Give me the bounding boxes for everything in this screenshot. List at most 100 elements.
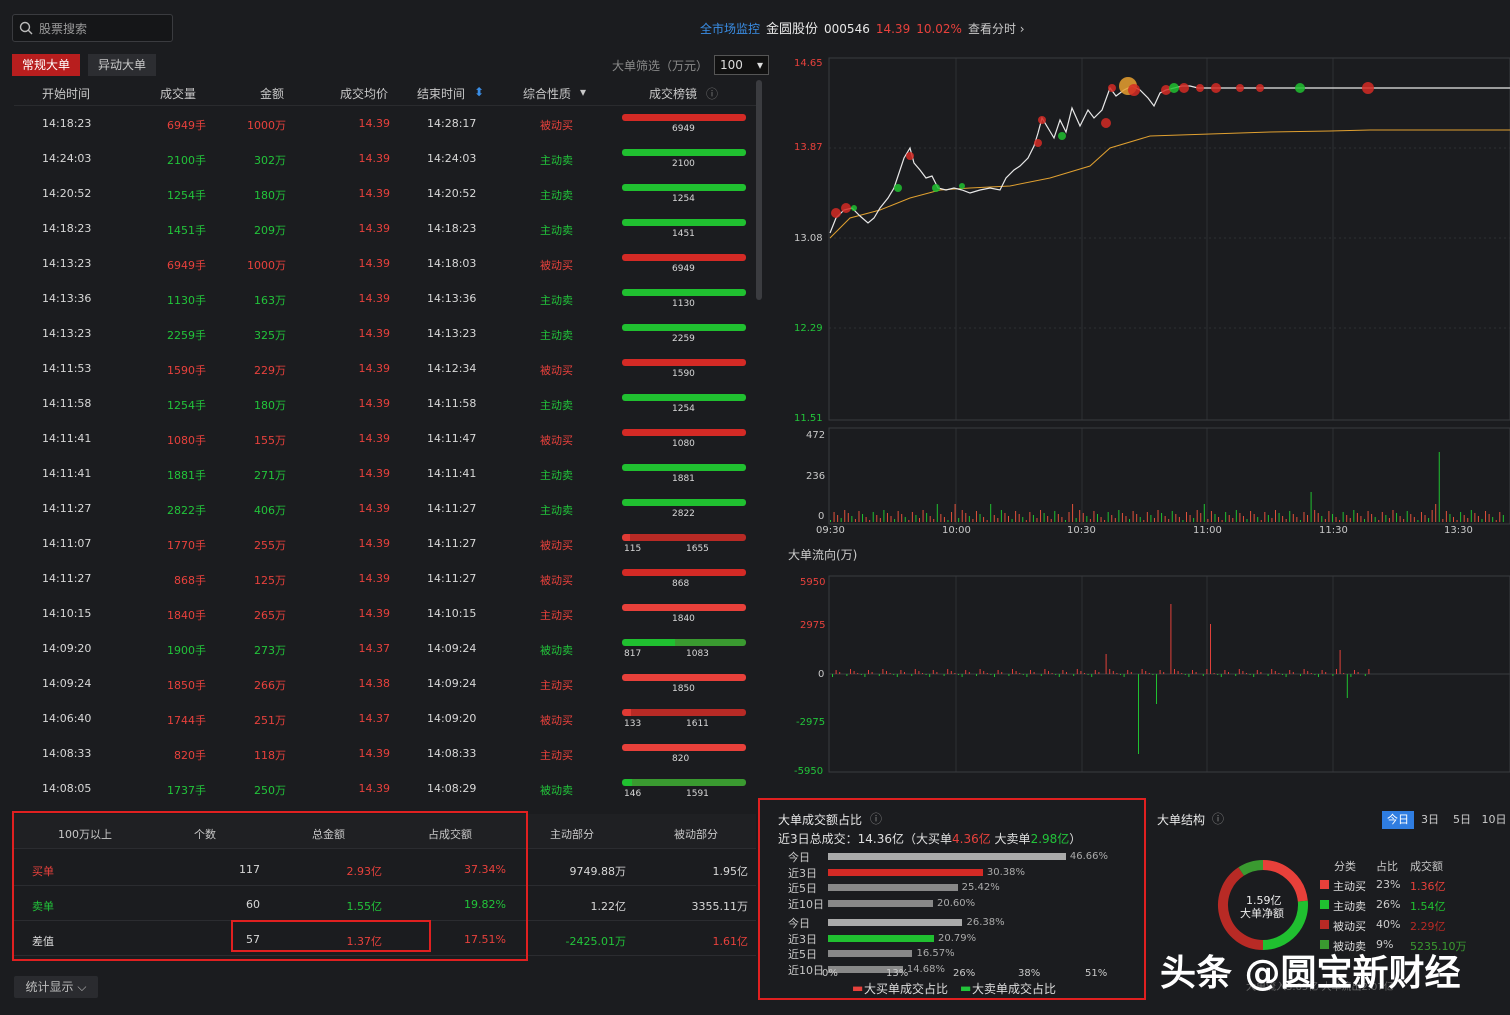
stock-price: 14.39	[875, 22, 911, 36]
flow-bar	[1303, 669, 1305, 674]
table-row[interactable]: 14:09:24 1850手 266万 14.38 14:09:24 主动买 1850	[14, 666, 756, 701]
amount-cell: 273万	[254, 644, 286, 657]
volume-bar	[983, 517, 985, 522]
volume-cell: 820手	[174, 749, 206, 762]
search-input[interactable]: 股票搜索	[12, 14, 173, 42]
table-row[interactable]: 14:13:36 1130手 163万 14.39 14:13:36 主动卖 1130	[14, 281, 756, 316]
flow-bar	[1019, 673, 1021, 674]
sort-icon[interactable]: ⬍	[474, 85, 484, 99]
trade-bar-segment	[630, 534, 746, 541]
volume-bar	[1467, 518, 1469, 522]
col-end-time[interactable]: 结束时间	[417, 85, 465, 102]
flow-bar	[1368, 669, 1370, 674]
col-start-time[interactable]: 开始时间	[42, 85, 90, 102]
volume-bar	[1267, 515, 1269, 522]
help-icon[interactable]: ⓘ	[706, 85, 718, 102]
end-time-cell: 14:09:24	[427, 642, 477, 655]
volume-bar	[1207, 519, 1209, 522]
table-row[interactable]: 14:06:40 1744手 251万 14.37 14:09:20 被动买 133 1611	[14, 701, 756, 736]
big-order-dot	[894, 184, 902, 192]
avg-price-cell: 14.39	[358, 537, 391, 550]
table-row[interactable]: 14:20:52 1254手 180万 14.39 14:20:52 主动卖 1254	[14, 176, 756, 211]
flow-bar	[1332, 674, 1334, 676]
col-volume[interactable]: 成交量	[160, 85, 196, 102]
end-time-cell: 14:11:27	[427, 537, 477, 550]
trade-bar-label: 1590	[672, 369, 695, 379]
end-time-cell: 14:11:58	[427, 397, 477, 410]
amount-cell: 180万	[254, 399, 286, 412]
volume-bar	[1292, 514, 1294, 522]
volume-bar	[1282, 516, 1284, 522]
flow-bar	[943, 674, 945, 676]
table-row[interactable]: 14:13:23 6949手 1000万 14.39 14:18:03 被动买 6949	[14, 246, 756, 281]
time-tick: 10:00	[942, 525, 971, 536]
structure-col: 分类	[1334, 860, 1356, 873]
vol-tick: 236	[806, 471, 826, 482]
table-row[interactable]: 14:18:23 6949手 1000万 14.39 14:28:17 被动买 6949	[14, 106, 756, 141]
structure-col: 成交额	[1410, 860, 1443, 873]
view-timeshare-link[interactable]: 查看分时 ›	[968, 22, 1025, 36]
volume-bar	[1143, 520, 1145, 522]
volume-bar	[933, 519, 935, 522]
big-order-dot	[1236, 84, 1244, 92]
col-nature[interactable]: 综合性质	[523, 85, 571, 102]
volume-bar	[1349, 518, 1351, 522]
volume-bar	[1406, 511, 1408, 522]
flow-bar	[893, 674, 895, 675]
flow-bar	[839, 672, 841, 674]
volume-cell: 1254手	[167, 399, 206, 412]
volume-bar	[990, 504, 992, 522]
help-icon[interactable]: ⓘ	[1212, 810, 1224, 827]
table-row[interactable]: 14:11:27 2822手 406万 14.39 14:11:27 主动卖 2822	[14, 491, 756, 526]
volume-bar	[1150, 515, 1152, 522]
col-avg-price[interactable]: 成交均价	[340, 85, 388, 102]
volume-bar	[961, 510, 963, 522]
table-row[interactable]: 14:18:23 1451手 209万 14.39 14:18:23 主动卖 1451	[14, 211, 756, 246]
structure-amt: 2.29亿	[1410, 920, 1446, 933]
volume-bar	[1129, 519, 1131, 522]
period-today[interactable]: 今日	[1382, 811, 1414, 829]
table-row[interactable]: 14:08:05 1737手 250万 14.39 14:08:29 被动卖 146 1591	[14, 771, 756, 806]
trade-bar-label: 1591	[686, 789, 709, 799]
flow-bar	[950, 671, 952, 674]
flow-bar	[1174, 669, 1175, 674]
period-5d[interactable]: 5日	[1446, 811, 1478, 829]
filter-dropdown-icon[interactable]: ▾	[580, 85, 586, 99]
table-row[interactable]: 14:11:53 1590手 229万 14.39 14:12:34 被动买 1590	[14, 351, 756, 386]
table-row[interactable]: 14:08:33 820手 118万 14.39 14:08:33 主动买 820	[14, 736, 756, 771]
col-amount[interactable]: 金额	[260, 85, 284, 102]
volume-bar	[1114, 518, 1116, 522]
stat-display-toggle[interactable]: 统计显示 ⌵	[14, 976, 98, 998]
trade-bar-label: 2259	[672, 334, 695, 344]
table-row[interactable]: 14:11:07 1770手 255万 14.39 14:11:27 被动买 115 1655	[14, 526, 756, 561]
trade-bar-segment	[622, 674, 746, 681]
table-scrollbar[interactable]	[756, 80, 762, 300]
flow-bar	[1022, 674, 1024, 675]
table-row[interactable]: 14:11:58 1254手 180万 14.39 14:11:58 主动卖 1254	[14, 386, 756, 421]
flow-bar	[1141, 669, 1143, 674]
search-icon	[19, 21, 33, 35]
volume-bar	[1324, 519, 1326, 522]
market-monitor-link[interactable]: 全市场监控	[700, 22, 760, 36]
table-row[interactable]: 14:10:15 1840手 265万 14.39 14:10:15 主动买 1840	[14, 596, 756, 631]
table-row[interactable]: 14:11:41 1080手 155万 14.39 14:11:47 被动买 1080	[14, 421, 756, 456]
table-row[interactable]: 14:24:03 2100手 302万 14.39 14:24:03 主动卖 2100	[14, 141, 756, 176]
tab-abnormal-big-orders[interactable]: 异动大单	[88, 54, 157, 76]
volume-bar	[1339, 520, 1341, 522]
trade-bar-segment	[622, 324, 746, 331]
flow-bar	[1339, 650, 1341, 674]
period-10d[interactable]: 10日	[1478, 811, 1510, 829]
flow-bar	[1318, 674, 1319, 677]
table-row[interactable]: 14:13:23 2259手 325万 14.39 14:13:23 主动卖 2259	[14, 316, 756, 351]
filter-select[interactable]: 100 ▾	[714, 55, 770, 75]
volume-bar	[1107, 512, 1109, 522]
nature-cell: 被动买	[540, 714, 573, 727]
table-row[interactable]: 14:11:41 1881手 271万 14.39 14:11:41 主动卖 1881	[14, 456, 756, 491]
flow-bar	[965, 670, 967, 674]
volume-bar	[1470, 510, 1472, 522]
table-row[interactable]: 14:11:27 868手 125万 14.39 14:11:27 被动买 868	[14, 561, 756, 596]
period-selector: 今日 3日 5日 10日	[1382, 811, 1510, 829]
period-3d[interactable]: 3日	[1414, 811, 1446, 829]
tab-regular-big-orders[interactable]: 常规大单	[12, 54, 81, 76]
table-row[interactable]: 14:09:20 1900手 273万 14.37 14:09:24 被动卖 817 1083	[14, 631, 756, 666]
